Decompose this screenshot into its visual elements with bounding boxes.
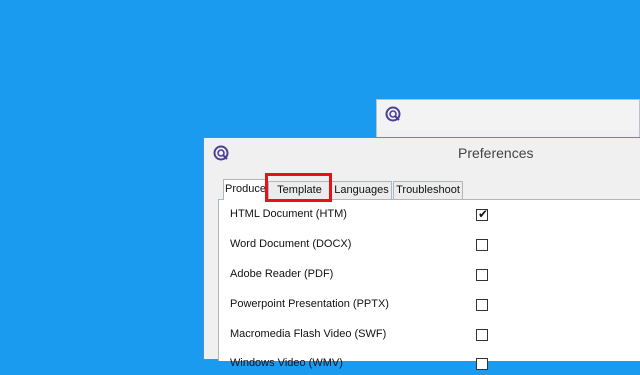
tab-produce[interactable]: Produce <box>223 179 268 200</box>
window-title: Preferences <box>458 145 534 161</box>
tab-troubleshoot[interactable]: Troubleshoot <box>393 181 463 199</box>
format-checkbox[interactable] <box>476 239 488 251</box>
format-label: Powerpoint Presentation (PPTX) <box>230 298 389 310</box>
list-item: Word Document (DOCX) <box>229 236 629 256</box>
tab-languages[interactable]: Languages <box>331 181 392 199</box>
list-item: HTML Document (HTM) ✔ <box>229 206 629 226</box>
list-item: Macromedia Flash Video (SWF) <box>229 326 629 346</box>
format-label: Windows Video (WMV) <box>230 357 343 369</box>
tab-template[interactable]: Template <box>268 181 331 199</box>
format-checkbox[interactable] <box>476 299 488 311</box>
list-item: Adobe Reader (PDF) <box>229 266 629 286</box>
checkmark-icon: ✔ <box>478 207 489 221</box>
format-label: Word Document (DOCX) <box>230 238 352 250</box>
format-checkbox[interactable] <box>476 269 488 281</box>
list-item: Windows Video (WMV) <box>229 355 629 375</box>
format-checkbox[interactable]: ✔ <box>476 207 489 221</box>
format-label: HTML Document (HTM) <box>230 208 347 220</box>
format-label: Adobe Reader (PDF) <box>230 268 334 280</box>
format-checkbox[interactable] <box>476 329 488 341</box>
preferences-window[interactable]: Preferences Produce Template Languages T… <box>203 137 640 370</box>
app-logo-icon <box>385 106 401 122</box>
list-item: Powerpoint Presentation (PPTX) <box>229 296 629 316</box>
background-window-titlebar[interactable] <box>377 100 639 130</box>
tab-bar: Produce Template Languages Troubleshoot <box>218 179 640 200</box>
app-logo-icon <box>213 145 229 161</box>
produce-panel: HTML Document (HTM) ✔ Word Document (DOC… <box>218 200 640 370</box>
format-label: Macromedia Flash Video (SWF) <box>230 328 387 340</box>
window-titlebar[interactable]: Preferences <box>204 138 640 170</box>
